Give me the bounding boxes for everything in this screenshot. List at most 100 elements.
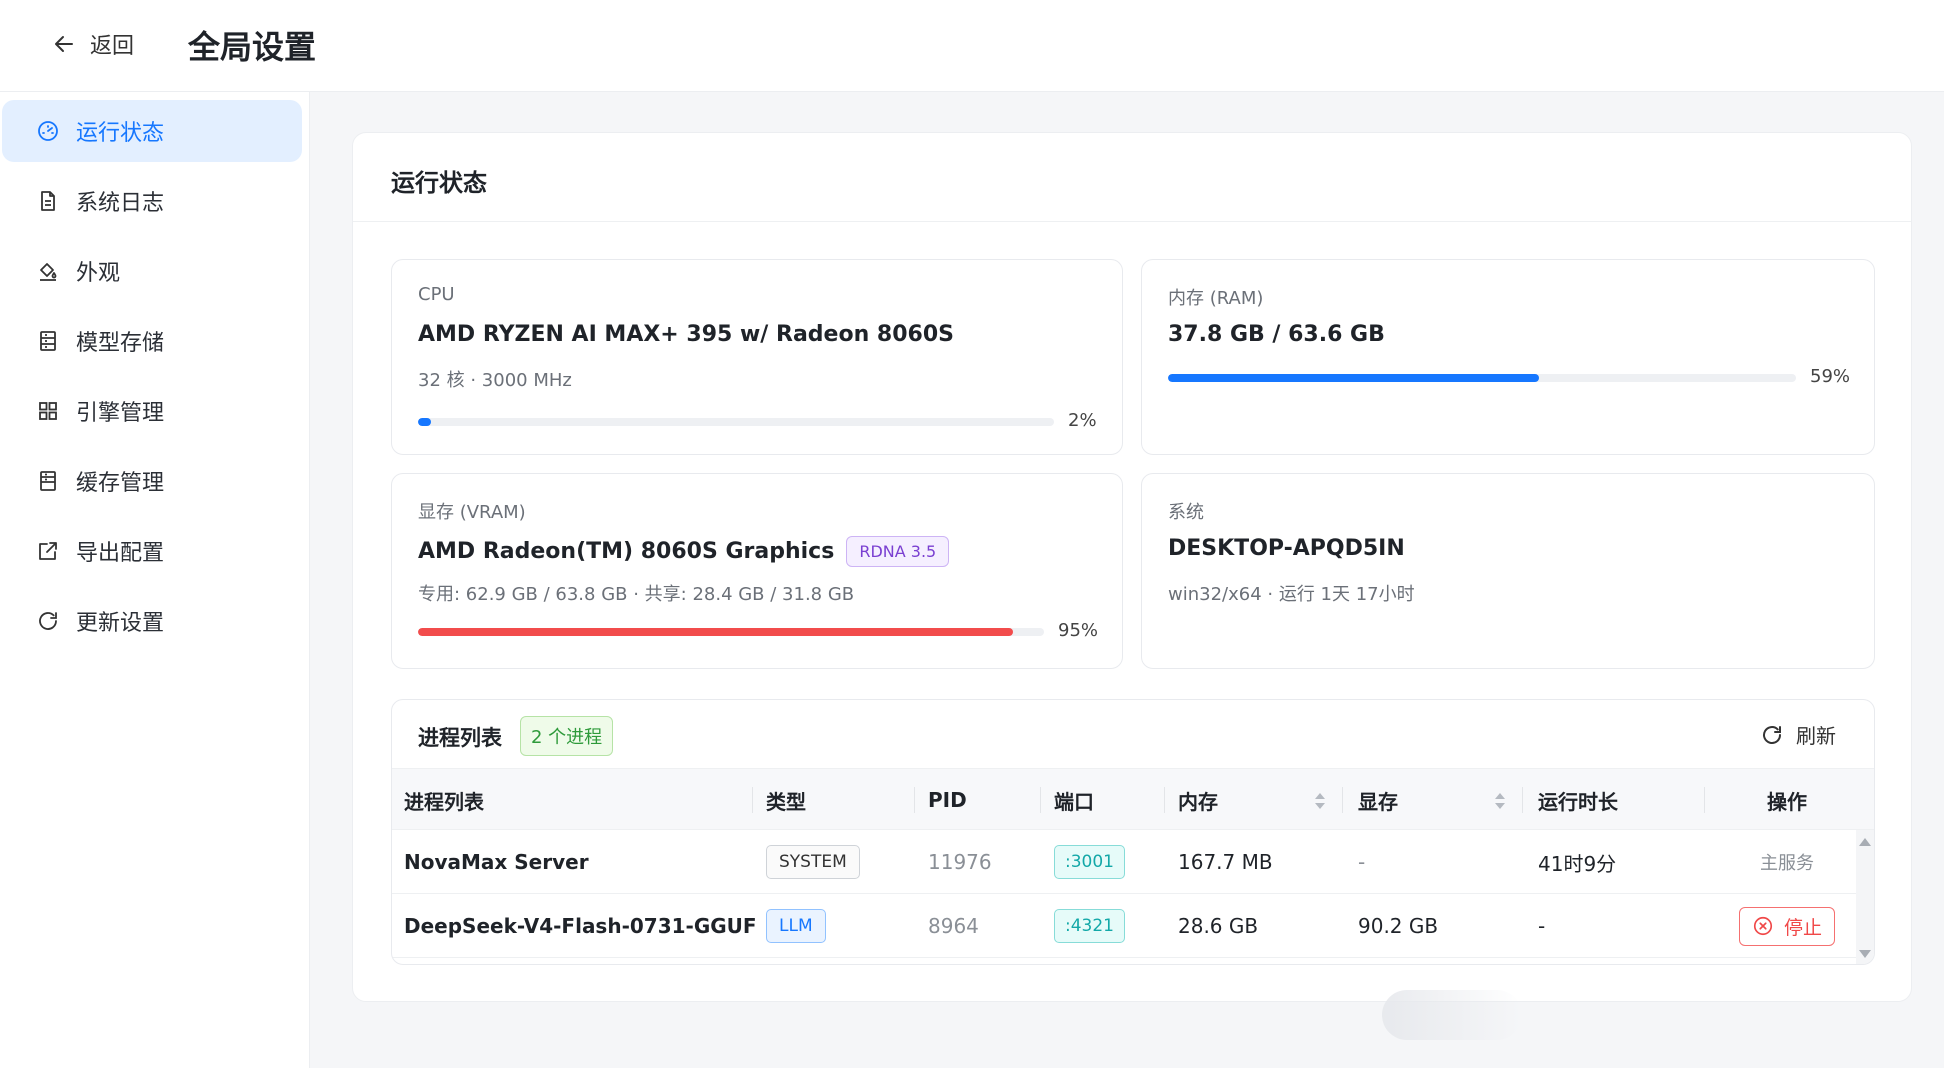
- cpu-name-text: AMD RYZEN AI MAX+ 395 w/ Radeon 8060S: [418, 322, 954, 347]
- process-pid: 8964: [928, 914, 979, 938]
- process-pid: 11976: [928, 850, 992, 874]
- column-separator: [752, 787, 753, 813]
- column-header-type: 类型: [766, 789, 806, 814]
- sidebar-item-export[interactable]: 导出配置: [2, 520, 302, 582]
- sidebar: 运行状态 系统日志 外观 模型存储 引擎管理 缓存管理 导出配置 更新设置: [0, 92, 310, 1068]
- refresh-button[interactable]: 刷新: [1760, 720, 1836, 749]
- column-header-port: 端口: [1054, 789, 1094, 814]
- column-separator: [1704, 787, 1705, 813]
- refresh-label: 刷新: [1796, 724, 1836, 748]
- cpu-usage-bar: [418, 418, 1054, 426]
- system-card: 系统 DESKTOP-APQD5IN win32/x64 · 运行 1天 17小…: [1141, 473, 1875, 669]
- column-separator: [1164, 787, 1165, 813]
- sidebar-item-label: 系统日志: [76, 191, 165, 216]
- cpu-label: CPU: [418, 284, 455, 305]
- column-header-name: 进程列表: [404, 789, 484, 814]
- sidebar-item-update[interactable]: 更新设置: [2, 590, 302, 652]
- refresh-icon: [39, 612, 57, 630]
- ram-usage-fill: [1168, 374, 1539, 382]
- sidebar-item-label: 更新设置: [76, 611, 165, 636]
- port-badge: :3001: [1054, 845, 1125, 879]
- sidebar-item-label: 缓存管理: [76, 471, 165, 496]
- process-uptime: 41时9分: [1538, 851, 1617, 876]
- top-bar: 返回 全局设置: [0, 0, 1944, 92]
- cpu-usage-fill: [418, 418, 431, 426]
- column-separator: [1342, 787, 1343, 813]
- sidebar-item-engine[interactable]: 引擎管理: [2, 380, 302, 442]
- type-badge: LLM: [766, 909, 826, 943]
- sidebar-item-label: 模型存储: [76, 331, 165, 356]
- process-vram: -: [1358, 850, 1366, 874]
- system-label: 系统: [1168, 502, 1204, 523]
- ram-label: 内存 (RAM): [1168, 288, 1264, 309]
- refresh-icon: [1763, 725, 1781, 744]
- vram-label: 显存 (VRAM): [418, 502, 526, 523]
- type-badge: SYSTEM: [766, 845, 860, 879]
- process-name: DeepSeek-V4-Flash-0731-GGUF: [404, 914, 757, 938]
- column-separator: [914, 787, 915, 813]
- column-header-uptime: 运行时长: [1538, 789, 1618, 814]
- table-header: 进程列表 类型 PID 端口 内存 显存 运行时长 操作: [392, 768, 1874, 831]
- scroll-down-arrow[interactable]: [1859, 950, 1871, 958]
- process-list-title: 进程列表: [418, 726, 502, 750]
- sidebar-item-cache[interactable]: 缓存管理: [2, 450, 302, 512]
- column-header-vram[interactable]: 显存: [1358, 769, 1398, 831]
- sidebar-item-logs[interactable]: 系统日志: [2, 170, 302, 232]
- sidebar-item-label: 外观: [76, 261, 121, 286]
- cpu-usage-percent: 2%: [1068, 410, 1097, 431]
- table-row: NovaMax Server SYSTEM 11976 :3001 167.7 …: [392, 830, 1858, 894]
- vram-usage-fill: [418, 628, 1013, 636]
- stop-button[interactable]: 停止: [1738, 906, 1835, 946]
- sidebar-item-label: 运行状态: [76, 121, 165, 146]
- gauge-icon: [38, 121, 58, 141]
- panel-title: 运行状态: [391, 169, 487, 197]
- table-scrollbar[interactable]: [1856, 830, 1874, 964]
- column-header-actions: 操作: [1767, 789, 1807, 814]
- ram-value-text: 37.8 GB / 63.6 GB: [1168, 322, 1385, 347]
- document-icon: [41, 191, 55, 211]
- vram-name-text: AMD Radeon(TM) 8060S Graphics: [418, 539, 835, 564]
- cpu-name: AMD RYZEN AI MAX+ 395 w/ Radeon 8060S: [418, 322, 954, 347]
- floating-drag-handle[interactable]: [1382, 990, 1522, 1040]
- column-separator: [1040, 787, 1041, 813]
- main-service-label: 主服务: [1760, 853, 1814, 874]
- column-header-memory[interactable]: 内存: [1178, 769, 1218, 831]
- close-circle-icon: [1753, 916, 1773, 936]
- system-hostname: DESKTOP-APQD5IN: [1168, 536, 1405, 561]
- system-detail: win32/x64 · 运行 1天 17小时: [1168, 584, 1415, 605]
- cpu-detail: 32 核 · 3000 MHz: [418, 370, 572, 391]
- port-badge: :4321: [1054, 909, 1125, 943]
- process-memory: 167.7 MB: [1178, 850, 1273, 874]
- arrow-left-icon: [55, 36, 73, 52]
- vram-usage-bar: [418, 628, 1044, 636]
- sort-icon[interactable]: [1312, 789, 1328, 813]
- rdna-badge: RDNA 3.5: [846, 536, 950, 567]
- storage-icon: [40, 331, 56, 351]
- ram-usage-bar: [1168, 374, 1796, 382]
- status-panel: 运行状态 CPU AMD RYZEN AI MAX+ 395 w/ Radeon…: [352, 132, 1912, 1002]
- page-title: 全局设置: [188, 28, 317, 66]
- export-icon: [39, 542, 57, 560]
- cpu-card: CPU AMD RYZEN AI MAX+ 395 w/ Radeon 8060…: [391, 259, 1123, 455]
- stop-label: 停止: [1783, 916, 1822, 939]
- scroll-up-arrow[interactable]: [1859, 838, 1871, 846]
- sidebar-item-model-storage[interactable]: 模型存储: [2, 310, 302, 372]
- sidebar-item-status[interactable]: 运行状态: [2, 100, 302, 162]
- process-name: NovaMax Server: [404, 850, 589, 874]
- back-label: 返回: [90, 34, 135, 59]
- vram-name: AMD Radeon(TM) 8060S Graphics RDNA 3.5: [418, 536, 950, 567]
- vram-usage-percent: 95%: [1058, 620, 1099, 641]
- column-separator: [1522, 787, 1523, 813]
- ram-card: 内存 (RAM) 37.8 GB / 63.6 GB 59%: [1141, 259, 1875, 455]
- ram-value: 37.8 GB / 63.6 GB: [1168, 322, 1385, 347]
- sidebar-item-appearance[interactable]: 外观: [2, 240, 302, 302]
- panel-divider: [353, 221, 1911, 222]
- paint-bucket-icon: [40, 263, 57, 281]
- database-icon: [40, 471, 56, 491]
- vram-card: 显存 (VRAM) AMD Radeon(TM) 8060S Graphics …: [391, 473, 1123, 669]
- ram-usage-percent: 59%: [1810, 366, 1851, 387]
- vram-detail: 专用: 62.9 GB / 63.8 GB · 共享: 28.4 GB / 31…: [418, 584, 855, 605]
- back-button[interactable]: 返回: [52, 28, 134, 60]
- process-memory: 28.6 GB: [1178, 914, 1259, 938]
- sort-icon[interactable]: [1492, 789, 1508, 813]
